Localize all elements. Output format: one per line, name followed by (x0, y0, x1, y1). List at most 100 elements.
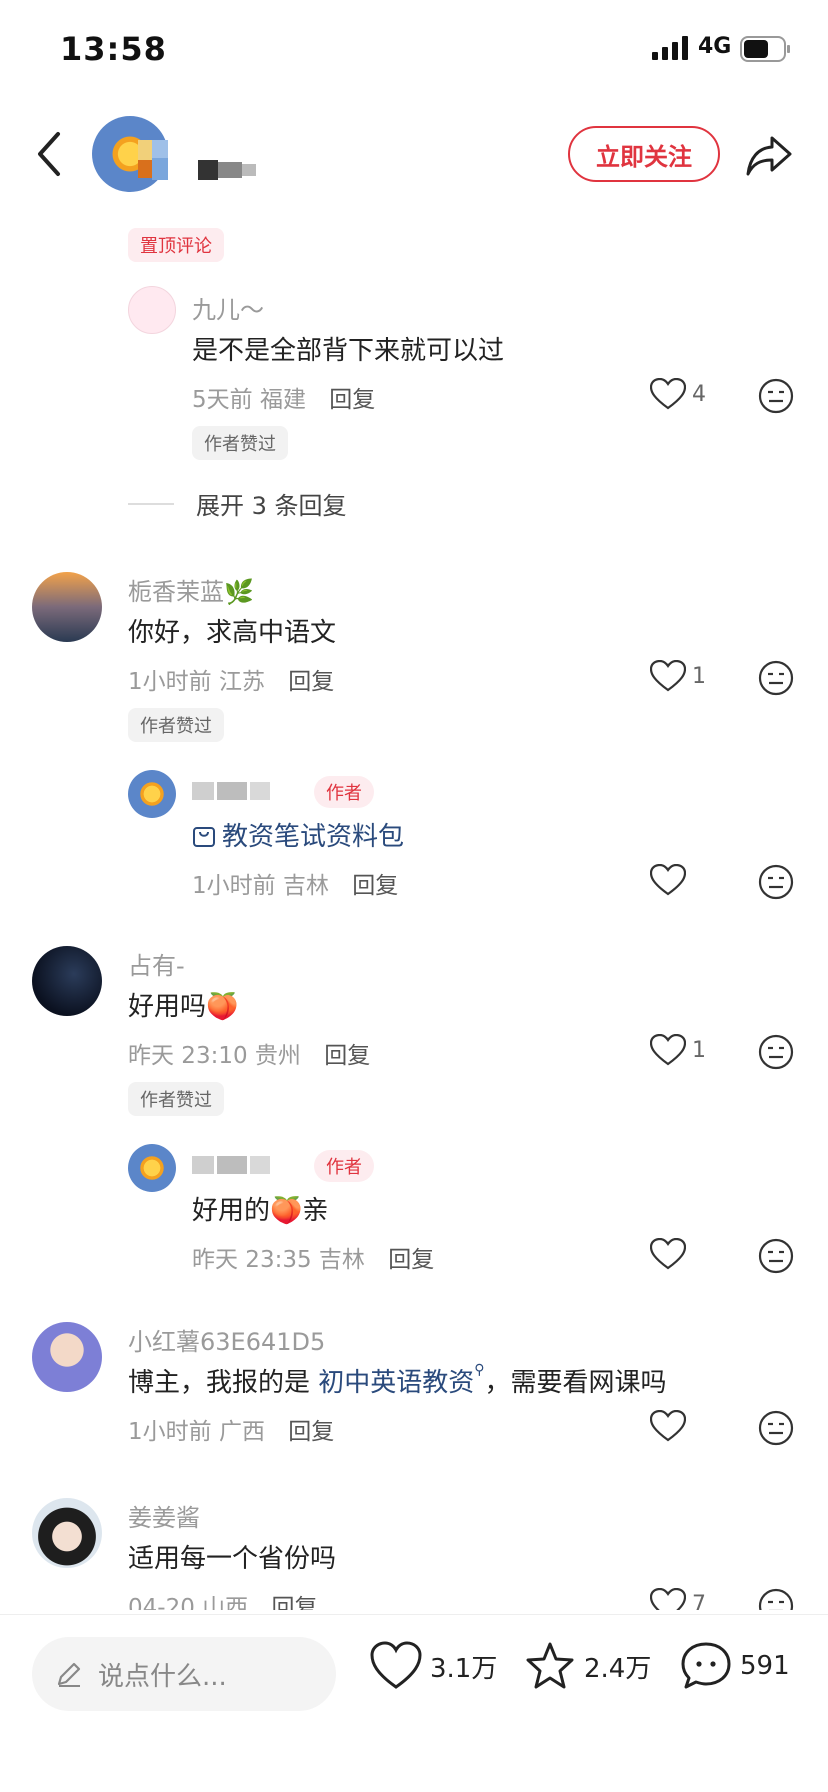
commenter-nickname[interactable]: 九儿～ (192, 290, 264, 325)
commenter-avatar[interactable] (32, 1498, 102, 1568)
emoji-react-icon[interactable] (758, 1410, 794, 1446)
comment-meta: 1小时前 吉林 回复 (192, 866, 398, 900)
comment-text: 是不是全部背下来就可以过 (192, 336, 505, 366)
reply-button[interactable]: 回复 (329, 387, 375, 413)
heart-icon (650, 1034, 686, 1066)
emoji-react-icon[interactable] (758, 864, 794, 900)
star-icon (526, 1642, 574, 1689)
author-name-pixelated (192, 1156, 273, 1174)
topic-link[interactable]: 初中英语教资 (318, 1368, 474, 1398)
author-tag: 作者 (314, 1150, 374, 1182)
commenter-avatar[interactable] (32, 572, 102, 642)
share-icon[interactable] (744, 130, 794, 180)
comment-location: 山西 (202, 1595, 249, 1610)
reply-button[interactable]: 回复 (388, 1247, 434, 1273)
comment-location: 吉林 (318, 1247, 365, 1273)
comment-text-before: 博主，我报的是 (128, 1368, 319, 1398)
emoji-react-icon[interactable] (758, 1034, 794, 1070)
reply-button[interactable]: 回复 (288, 669, 334, 695)
author-liked-badge: 作者赞过 (192, 426, 288, 460)
resource-link-label: 教资笔试资料包 (222, 822, 405, 852)
divider (128, 502, 174, 505)
comment-input[interactable]: 说点什么... (32, 1637, 336, 1711)
comment-total: 591 (740, 1651, 790, 1681)
like-button[interactable] (650, 864, 686, 896)
comment-time: 1小时前 (128, 669, 212, 695)
emoji-react-icon[interactable] (758, 660, 794, 696)
comment-text-body: 好用吗 (128, 992, 207, 1022)
comment-location: 广西 (218, 1419, 265, 1445)
commenter-nickname[interactable]: 占有- (128, 946, 185, 981)
commenter-avatar[interactable] (128, 286, 176, 334)
comment-meta: 昨天 23:35 吉林 回复 (192, 1240, 434, 1274)
comment-meta: 1小时前 江苏 回复 (128, 662, 334, 696)
comment-location: 贵州 (254, 1043, 301, 1069)
signal-icon (652, 36, 688, 60)
commenter-nickname[interactable]: 姜姜酱 (128, 1498, 200, 1533)
comment-meta: 昨天 23:10 贵州 回复 (128, 1036, 370, 1070)
author-liked-badge: 作者赞过 (128, 1082, 224, 1116)
like-button[interactable]: 4 (650, 378, 706, 410)
collect-button[interactable]: 2.4万 (524, 1641, 651, 1691)
peach-emoji: 🍑 (270, 1196, 303, 1226)
like-button[interactable] (650, 1410, 686, 1442)
like-button[interactable]: 1 (650, 1034, 706, 1066)
reply-button[interactable]: 回复 (324, 1043, 370, 1069)
reply-text-after: 亲 (302, 1196, 329, 1226)
avatar-pixelated-overlay (138, 140, 180, 186)
reply-button[interactable]: 回复 (271, 1595, 317, 1610)
back-arrow-icon[interactable] (30, 128, 70, 180)
author-name-pixelated (198, 160, 256, 180)
comment-button[interactable]: 591 (680, 1641, 790, 1691)
resource-link[interactable]: 教资笔试资料包 (192, 816, 404, 853)
comment-text: 好用吗🍑 (128, 986, 238, 1023)
author-liked-badge: 作者赞过 (128, 708, 224, 742)
comment-text: 适用每一个省份吗 (128, 1544, 337, 1574)
comment-location: 吉林 (282, 873, 329, 899)
expand-replies-button[interactable]: 展开 3 条回复 (128, 486, 347, 521)
header: 立即关注 (0, 100, 828, 210)
like-post-button[interactable]: 3.1万 (370, 1641, 497, 1691)
reply-button[interactable]: 回复 (288, 1419, 334, 1445)
pinned-comment-badge: 置顶评论 (128, 228, 224, 262)
emoji-react-icon[interactable] (758, 1238, 794, 1274)
like-button[interactable]: 7 (650, 1588, 706, 1610)
commenter-avatar[interactable] (32, 946, 102, 1016)
comment-meta: 5天前 福建 回复 (192, 380, 375, 414)
heart-icon (650, 864, 686, 896)
author-reply-avatar[interactable] (128, 770, 176, 818)
comment-meta: 04-20 山西 回复 (128, 1588, 317, 1610)
comment-input-placeholder: 说点什么... (98, 1661, 227, 1692)
author-reply-avatar[interactable] (128, 1144, 176, 1192)
follow-button[interactable]: 立即关注 (568, 126, 720, 182)
heart-icon (650, 1588, 686, 1610)
comment-location: 福建 (259, 387, 306, 413)
like-count: 1 (692, 663, 706, 689)
commenter-nickname[interactable]: 栀香茉蓝🌿 (128, 572, 254, 607)
like-count: 7 (692, 1591, 706, 1611)
comment-time: 1小时前 (128, 1419, 212, 1445)
commenter-nickname[interactable]: 小红薯63E641D5 (128, 1322, 325, 1357)
emoji-react-icon[interactable] (758, 1588, 794, 1610)
like-button[interactable] (650, 1238, 686, 1270)
expand-replies-label: 展开 3 条回复 (196, 492, 347, 520)
comment-time: 1小时前 (192, 873, 276, 899)
comment-list[interactable]: 置顶评论 九儿～ 是不是全部背下来就可以过 5天前 福建 回复 4 作者赞过 展… (0, 210, 828, 1610)
comment-location: 江苏 (218, 669, 265, 695)
emoji-react-icon[interactable] (758, 378, 794, 414)
comment-time: 04-20 (128, 1595, 195, 1610)
status-bar: 13:58 4G (0, 0, 828, 100)
collect-total: 2.4万 (584, 1653, 652, 1684)
author-reply-text: 好用的🍑亲 (192, 1190, 328, 1227)
status-time: 13:58 (60, 30, 167, 68)
chat-bubble-icon (681, 1642, 731, 1689)
like-button[interactable]: 1 (650, 660, 706, 692)
commenter-avatar[interactable] (32, 1322, 102, 1392)
comment-time: 5天前 (192, 387, 253, 413)
heart-icon (650, 660, 686, 692)
heart-icon (370, 1641, 422, 1689)
peach-emoji: 🍑 (206, 992, 239, 1022)
reply-button[interactable]: 回复 (352, 873, 398, 899)
bottom-action-bar: 说点什么... 3.1万 2.4万 591 (0, 1614, 828, 1792)
heart-icon (650, 378, 686, 410)
